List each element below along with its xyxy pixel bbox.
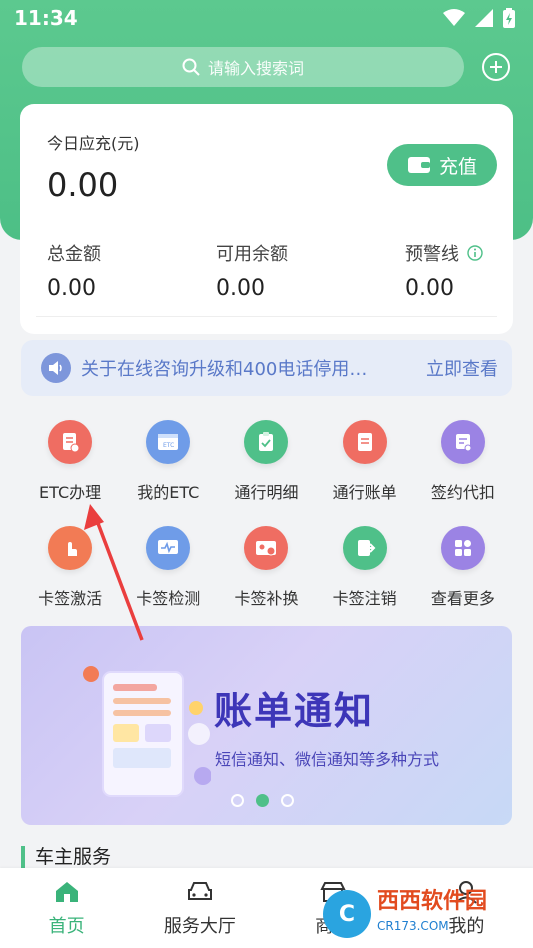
divider	[36, 316, 497, 317]
status-bar: 11:34	[0, 0, 533, 36]
carousel-dot-active[interactable]	[256, 794, 269, 807]
watermark-text: 西西软件园 CR173.COM	[377, 890, 487, 938]
notice-text: 关于在线咨询升级和400电话停用…	[81, 359, 368, 380]
add-button[interactable]	[482, 53, 510, 81]
svg-text:ETC: ETC	[163, 442, 174, 449]
car-icon	[187, 882, 212, 900]
signal-icon	[475, 9, 493, 27]
wallet-icon	[407, 157, 430, 173]
service-my-etc[interactable]: ETC 我的ETC	[119, 416, 217, 522]
tab-label: 服务大厅	[163, 916, 236, 937]
watermark: C 西西软件园 CR173.COM	[323, 888, 523, 940]
service-detect[interactable]: 卡签检测	[119, 522, 217, 628]
service-label: 查看更多	[430, 589, 495, 608]
search-input[interactable]: 请输入搜索词	[22, 47, 464, 87]
tap-icon	[48, 526, 93, 570]
service-more[interactable]: 查看更多	[414, 522, 512, 628]
home-icon	[55, 882, 78, 902]
carousel-dot[interactable]	[281, 794, 294, 807]
search-placeholder: 请输入搜索词	[207, 59, 304, 78]
stat-value: 0.00	[47, 276, 96, 301]
stat-available: 可用余额 0.00	[216, 240, 288, 301]
info-icon[interactable]	[467, 245, 483, 261]
plus-icon	[490, 61, 502, 73]
service-replace[interactable]: 卡签补换	[217, 522, 315, 628]
stat-label: 可用余额	[216, 244, 288, 265]
banner-carousel[interactable]: 账单通知 短信通知、微信通知等多种方式	[21, 626, 512, 825]
service-label: 卡签注销	[332, 589, 397, 608]
search-icon	[182, 58, 200, 76]
tab-home[interactable]: 首页	[0, 868, 133, 948]
stat-label: 总金额	[47, 244, 101, 265]
service-label: ETC办理	[39, 483, 102, 502]
balance-card: 今日应充(元) 0.00 充值 总金额 0.00 可用余额 0.00 预警线 0…	[20, 104, 513, 334]
stat-label-row: 预警线	[405, 240, 483, 266]
service-label: 卡签检测	[136, 589, 201, 608]
bill-icon	[342, 420, 387, 464]
stat-total: 总金额 0.00	[47, 240, 101, 301]
speaker-icon	[41, 353, 71, 383]
status-time: 11:34	[14, 6, 78, 30]
notice-view-link[interactable]: 立即查看	[426, 355, 498, 381]
tab-label: 首页	[48, 916, 85, 937]
recharge-label: 充值	[438, 155, 477, 178]
service-pass-detail[interactable]: 通行明细	[217, 416, 315, 522]
card-swap-icon	[244, 526, 289, 570]
etc-card-icon: ETC	[146, 420, 191, 464]
service-etc-apply[interactable]: ETC办理	[21, 416, 119, 522]
sign-icon	[440, 420, 485, 464]
battery-icon	[503, 8, 515, 28]
service-label: 签约代扣	[430, 483, 495, 502]
grid-more-icon	[440, 526, 485, 570]
notice-bar[interactable]: 关于在线咨询升级和400电话停用… 立即查看	[21, 340, 512, 396]
service-label: 通行账单	[332, 483, 397, 502]
watermark-logo: C	[323, 890, 371, 938]
service-label: 通行明细	[234, 483, 299, 502]
tab-service-hall[interactable]: 服务大厅	[133, 868, 266, 948]
service-cancel[interactable]: 卡签注销	[316, 522, 414, 628]
today-amount: 0.00	[47, 166, 119, 204]
banner-subtitle: 短信通知、微信通知等多种方式	[215, 750, 440, 769]
carousel-dot[interactable]	[231, 794, 244, 807]
bill-illustration	[83, 666, 211, 797]
clipboard-icon	[244, 420, 289, 464]
service-label: 卡签激活	[38, 589, 103, 608]
today-label: 今日应充(元)	[47, 134, 140, 153]
service-activate[interactable]: 卡签激活	[21, 522, 119, 628]
search-row: 请输入搜索词	[22, 46, 512, 88]
recharge-button[interactable]: 充值	[387, 144, 497, 186]
stat-value: 0.00	[405, 276, 454, 301]
banner-indicators	[231, 794, 294, 807]
stat-warning: 预警线 0.00	[405, 240, 483, 301]
watermark-sub: CR173.COM	[377, 919, 449, 933]
banner-title: 账单通知	[214, 689, 375, 733]
service-row: ETC办理 ETC 我的ETC 通行明细 通行账单 签约代扣	[21, 416, 512, 522]
status-icons	[443, 8, 515, 28]
service-sign-deduct[interactable]: 签约代扣	[414, 416, 512, 522]
logout-icon	[342, 526, 387, 570]
service-pass-bill[interactable]: 通行账单	[316, 416, 414, 522]
service-label: 我的ETC	[137, 483, 200, 502]
stat-label: 预警线	[405, 244, 459, 265]
service-grid: ETC办理 ETC 我的ETC 通行明细 通行账单 签约代扣 卡签激活 卡签检测…	[21, 416, 512, 628]
doc-clock-icon	[48, 420, 93, 464]
service-row: 卡签激活 卡签检测 卡签补换 卡签注销 查看更多	[21, 522, 512, 628]
wifi-icon	[443, 9, 465, 26]
monitor-icon	[146, 526, 191, 570]
section-title: 车主服务	[21, 846, 111, 868]
service-label: 卡签补换	[234, 589, 299, 608]
watermark-title: 西西软件园	[377, 889, 488, 914]
stat-value: 0.00	[216, 276, 265, 301]
